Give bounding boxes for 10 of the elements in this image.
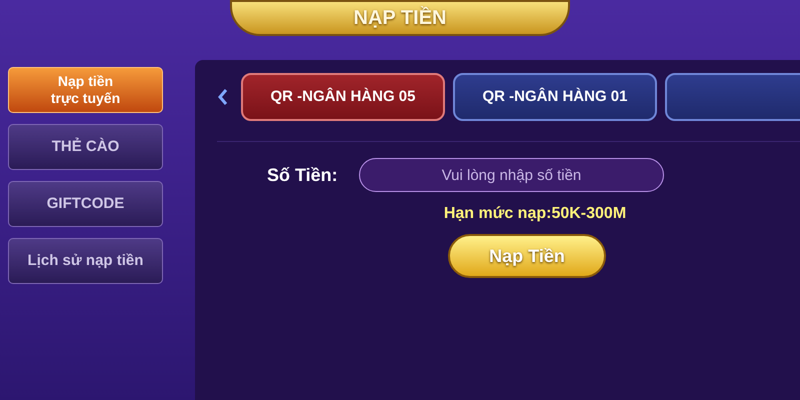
amount-input[interactable]: Vui lòng nhập số tiền xyxy=(359,158,664,192)
bank-tab[interactable]: QR -NGÂN HÀNG 01 xyxy=(453,73,657,121)
sidebar-item[interactable]: THẺ CÀO xyxy=(8,124,163,170)
amount-label: Số Tiền: xyxy=(267,164,339,186)
window-title: NẠP TIỀN xyxy=(230,0,570,36)
bank-tab[interactable]: QR -NGÂN HÀNG 05 xyxy=(241,73,445,121)
sidebar-item[interactable]: Nạp tiền trực tuyến xyxy=(8,67,163,113)
limit-text: Hạn mức nạp:50K-300M xyxy=(444,204,626,224)
sidebar-item[interactable]: Lịch sử nạp tiền xyxy=(8,238,163,284)
sidebar-item[interactable]: GIFTCODE xyxy=(8,181,163,227)
